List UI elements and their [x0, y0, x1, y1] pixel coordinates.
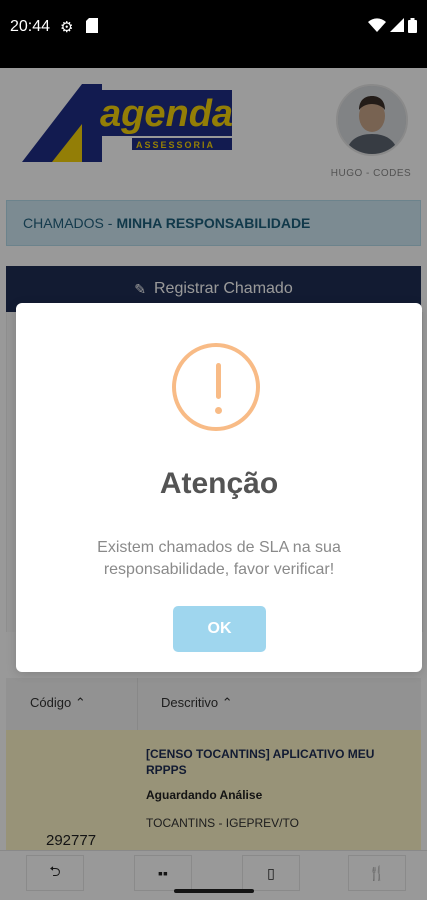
signal-icon [390, 18, 404, 36]
alert-dialog: Atenção Existem chamados de SLA na sua r… [16, 303, 422, 672]
sd-card-icon [86, 18, 98, 37]
status-bar: 20:44 ⚙ [0, 0, 427, 68]
dialog-title: Atenção [159, 467, 279, 500]
status-time: 20:44 [10, 18, 51, 35]
warning-icon [172, 343, 260, 431]
battery-icon [408, 18, 417, 37]
ok-button[interactable]: OK [173, 606, 266, 652]
settings-icon: ⚙ [60, 19, 74, 36]
wifi-icon [368, 18, 386, 36]
dialog-message: Existem chamados de SLA na sua responsab… [97, 539, 341, 578]
